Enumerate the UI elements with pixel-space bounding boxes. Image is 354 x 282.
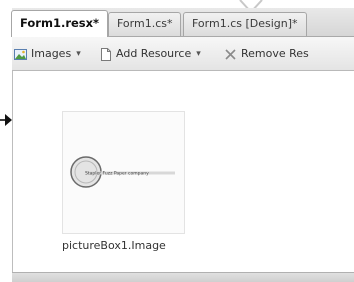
remove-x-icon: [224, 48, 237, 61]
pointer-arrow-icon: [0, 114, 12, 126]
tab-form1-resx[interactable]: Form1.resx*: [11, 10, 109, 37]
tab-form1-design[interactable]: Form1.cs [Design]*: [183, 12, 307, 36]
images-label: Images: [31, 47, 72, 60]
resource-toolbar: Images ▾ Add Resource ▾ Remove Res: [12, 37, 354, 71]
images-icon: [14, 48, 27, 61]
company-logo-image: Stapler Fuzz Paper company: [70, 156, 175, 188]
resource-name[interactable]: pictureBox1.Image: [62, 239, 166, 252]
add-resource-label: Add Resource: [116, 47, 192, 60]
add-document-icon: [99, 47, 112, 61]
remove-resource-label: Remove Res: [241, 47, 309, 60]
logo-text: Stapler Fuzz Paper company: [85, 171, 149, 177]
resource-thumbnail[interactable]: Stapler Fuzz Paper company: [62, 111, 185, 234]
top-strip: [0, 0, 354, 8]
images-button[interactable]: Images ▾: [14, 45, 86, 63]
document-tab-strip: Form1.resx* Form1.cs* Form1.cs [Design]*: [11, 8, 354, 37]
remove-resource-button[interactable]: Remove Res: [224, 45, 309, 63]
images-dropdown-icon[interactable]: ▾: [76, 45, 81, 63]
add-resource-dropdown-icon[interactable]: ▾: [196, 45, 201, 63]
add-resource-button[interactable]: Add Resource ▾: [99, 45, 206, 63]
tab-form1-cs[interactable]: Form1.cs*: [108, 12, 182, 36]
